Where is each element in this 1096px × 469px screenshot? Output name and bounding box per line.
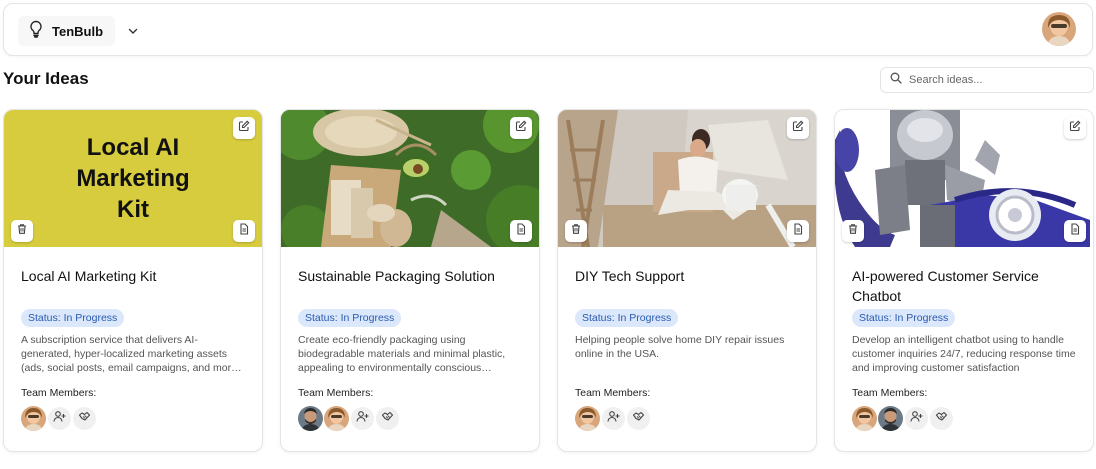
handshake-icon <box>632 410 645 428</box>
trash-icon <box>570 222 582 240</box>
avatar[interactable] <box>852 406 877 431</box>
idea-card[interactable]: Sustainable Packaging Solution Status: I… <box>280 109 540 452</box>
card-image-text: Local AI Marketing Kit <box>76 134 190 223</box>
user-avatar[interactable] <box>1042 12 1076 46</box>
workspace-switcher[interactable]: TenBulb <box>18 16 116 46</box>
edit-icon <box>792 119 804 137</box>
card-image <box>281 110 539 247</box>
idea-card[interactable]: DIY Tech Support Status: In Progress Hel… <box>557 109 817 452</box>
card-description: Develop an intelligent chatbot using to … <box>852 334 1076 374</box>
team-members <box>21 406 96 431</box>
lightbulb-icon <box>28 20 44 43</box>
status-badge: Status: In Progress <box>298 309 402 327</box>
document-icon <box>515 222 527 240</box>
edit-button[interactable] <box>233 117 255 139</box>
add-user-icon <box>910 410 923 428</box>
handshake-icon <box>78 410 91 428</box>
card-image: Local AI Marketing Kit <box>4 110 262 247</box>
card-title: Sustainable Packaging Solution <box>298 268 495 284</box>
partner-button[interactable] <box>376 407 399 430</box>
idea-card[interactable]: Local AI Marketing Kit Local AI Marketing … <box>3 109 263 452</box>
document-button[interactable] <box>1064 220 1086 242</box>
add-member-button[interactable] <box>602 407 625 430</box>
document-icon <box>238 222 250 240</box>
delete-button[interactable] <box>11 220 33 242</box>
search-box[interactable] <box>880 67 1094 93</box>
add-member-button[interactable] <box>48 407 71 430</box>
document-icon <box>1069 222 1081 240</box>
partner-button[interactable] <box>73 407 96 430</box>
delete-button[interactable] <box>565 220 587 242</box>
team-label: Team Members: <box>298 387 374 399</box>
trash-icon <box>847 222 859 240</box>
trash-icon <box>16 222 28 240</box>
edit-button[interactable] <box>787 117 809 139</box>
add-member-button[interactable] <box>905 407 928 430</box>
app-name: TenBulb <box>52 23 104 39</box>
document-button[interactable] <box>787 220 809 242</box>
page-title: Your Ideas <box>3 69 89 88</box>
partner-button[interactable] <box>930 407 953 430</box>
status-badge: Status: In Progress <box>21 309 125 327</box>
card-title: DIY Tech Support <box>575 268 685 284</box>
avatar[interactable] <box>298 406 323 431</box>
add-user-icon <box>356 410 369 428</box>
edit-button[interactable] <box>1064 117 1086 139</box>
team-members <box>852 406 953 431</box>
status-badge: Status: In Progress <box>852 309 956 327</box>
card-title: AI-powered Customer Service Chatbot <box>852 268 1039 304</box>
avatar[interactable] <box>21 406 46 431</box>
delete-button[interactable] <box>842 220 864 242</box>
status-badge: Status: In Progress <box>575 309 679 327</box>
edit-icon <box>515 119 527 137</box>
chevron-down-icon[interactable] <box>125 23 141 39</box>
top-bar: TenBulb <box>3 3 1093 56</box>
avatar[interactable] <box>575 406 600 431</box>
document-button[interactable] <box>233 220 255 242</box>
team-members <box>575 406 650 431</box>
card-image <box>835 110 1093 247</box>
avatar[interactable] <box>878 406 903 431</box>
idea-card[interactable]: AI-powered Customer Service Chatbot Stat… <box>834 109 1094 452</box>
search-icon <box>890 71 902 89</box>
edit-icon <box>1069 119 1081 137</box>
avatar[interactable] <box>324 406 349 431</box>
document-button[interactable] <box>510 220 532 242</box>
card-image <box>558 110 816 247</box>
edit-button[interactable] <box>510 117 532 139</box>
handshake-icon <box>381 410 394 428</box>
card-title: Local AI Marketing Kit <box>21 268 157 284</box>
handshake-icon <box>935 410 948 428</box>
partner-button[interactable] <box>627 407 650 430</box>
card-description: Create eco-friendly packaging using biod… <box>298 334 506 374</box>
add-member-button[interactable] <box>351 407 374 430</box>
add-user-icon <box>53 410 66 428</box>
search-input[interactable] <box>909 74 1079 86</box>
card-description: Helping people solve home DIY repair iss… <box>575 334 785 360</box>
team-members <box>298 406 399 431</box>
team-label: Team Members: <box>21 387 97 399</box>
team-label: Team Members: <box>852 387 928 399</box>
edit-icon <box>238 119 250 137</box>
document-icon <box>792 222 804 240</box>
card-description: A subscription service that delivers AI-… <box>21 334 241 374</box>
team-label: Team Members: <box>575 387 651 399</box>
add-user-icon <box>607 410 620 428</box>
